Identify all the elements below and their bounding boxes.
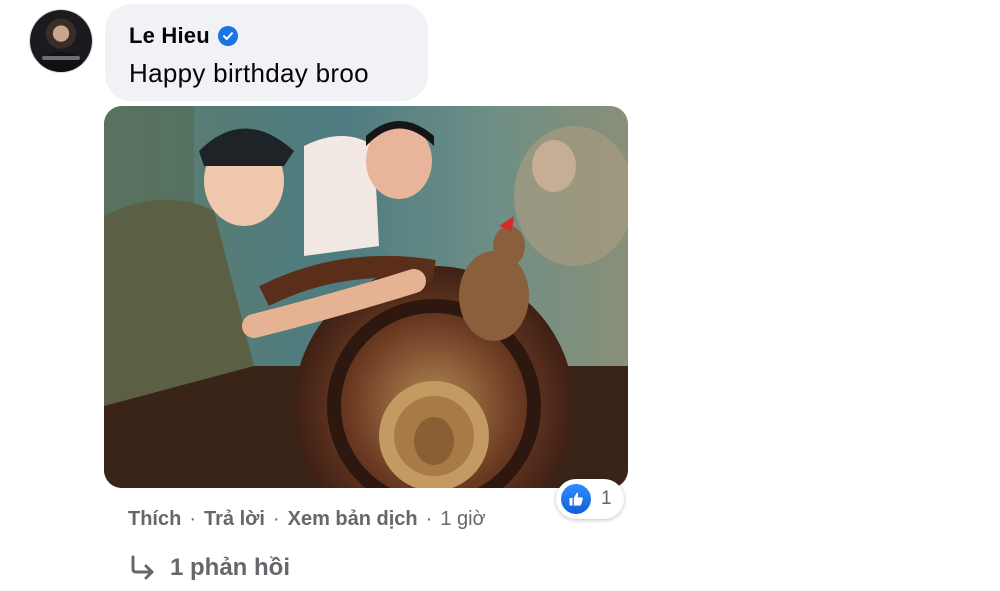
separator: · bbox=[425, 507, 433, 530]
separator: · bbox=[272, 507, 280, 530]
replies-count-label: 1 phản hồi bbox=[170, 554, 290, 581]
author-avatar[interactable] bbox=[30, 10, 92, 72]
timestamp[interactable]: 1 giờ bbox=[440, 508, 485, 531]
separator: · bbox=[189, 507, 197, 530]
author-name[interactable]: Le Hieu bbox=[129, 23, 210, 49]
photo-illustration bbox=[104, 106, 628, 488]
avatar-silhouette bbox=[38, 52, 84, 72]
comment-actions: Thích · Trả lời · Xem bản dịch · 1 giờ bbox=[128, 505, 486, 533]
view-replies-link[interactable]: 1 phản hồi bbox=[128, 550, 290, 586]
comment-text: Happy birthday broo bbox=[129, 58, 369, 88]
reply-arrow-icon bbox=[131, 555, 154, 580]
reply-link[interactable]: Trả lời bbox=[204, 508, 265, 531]
reaction-summary[interactable]: 1 bbox=[556, 479, 624, 519]
author-row: Le Hieu bbox=[129, 22, 428, 50]
like-link[interactable]: Thích bbox=[128, 508, 181, 531]
comment-photo[interactable] bbox=[104, 106, 628, 488]
avatar-caption-mark bbox=[42, 56, 80, 60]
translate-link[interactable]: Xem bản dịch bbox=[288, 508, 418, 531]
reaction-count: 1 bbox=[601, 488, 612, 509]
like-icon bbox=[561, 484, 591, 514]
verified-badge-icon bbox=[217, 26, 238, 46]
comment-bubble: Le Hieu Happy birthday broo bbox=[105, 4, 428, 101]
